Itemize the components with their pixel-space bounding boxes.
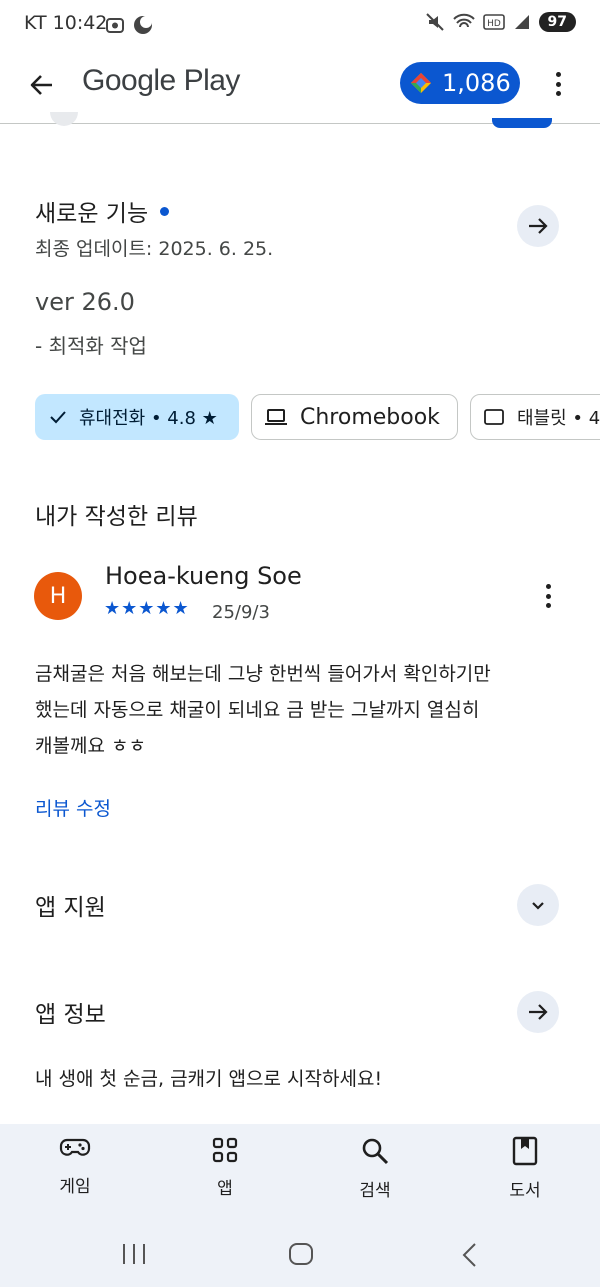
arrow-right-icon <box>529 1004 548 1020</box>
app-support-title: 앱 지원 <box>35 895 106 921</box>
avatar: H <box>34 572 82 620</box>
nav-games-label: 게임 <box>59 1177 91 1197</box>
back-button[interactable] <box>24 67 60 103</box>
mute-icon <box>425 13 444 31</box>
system-back-icon[interactable] <box>460 1242 480 1268</box>
laptop-icon <box>265 409 287 425</box>
whats-new-title: 새로운 기능 <box>35 194 170 228</box>
chip-phone-label: 휴대전화 • 4.8 ★ <box>79 408 218 429</box>
review-text: 금채굴은 처음 해보는데 그냥 한번씩 들어가서 확인하기만 했는데 자동으로 … <box>35 663 491 757</box>
nav-books-label: 도서 <box>509 1181 541 1201</box>
play-points-count: 1,086 <box>442 69 511 97</box>
review-more-button[interactable] <box>538 582 558 610</box>
my-review-title: 내가 작성한 리뷰 <box>35 504 198 530</box>
star-rating: ★★★★★ <box>104 598 190 619</box>
system-navigation-bar <box>0 1222 600 1287</box>
version-label: ver 26.0 <box>35 288 135 316</box>
reviewer-name: Hoea-kueng Soe <box>105 562 302 590</box>
app-description: 내 생애 첫 순금, 금캐기 앱으로 시작하세요! <box>35 1068 383 1090</box>
more-options-button[interactable] <box>548 68 568 100</box>
chip-chromebook-label: Chromebook <box>300 404 440 430</box>
apps-grid-icon <box>212 1137 238 1163</box>
nav-games[interactable]: 게임 <box>25 1136 125 1197</box>
last-updated: 최종 업데이트: 2025. 6. 25. <box>35 238 274 260</box>
nav-search-label: 검색 <box>359 1181 391 1201</box>
book-icon <box>512 1136 538 1166</box>
arrow-left-icon <box>30 75 52 95</box>
battery-badge: 97 <box>538 12 576 32</box>
status-time: KT 10:42 <box>24 12 108 34</box>
gamepad-icon <box>59 1138 91 1156</box>
search-icon <box>362 1138 389 1165</box>
signal-icon <box>514 15 529 29</box>
tablet-icon <box>484 409 504 425</box>
play-points-icon <box>411 73 431 93</box>
chip-tablet[interactable]: 태블릿 • 4. <box>470 394 600 440</box>
app-support-expand-button[interactable] <box>517 884 559 926</box>
new-indicator-dot <box>160 207 170 216</box>
nav-apps-label: 앱 <box>217 1179 233 1199</box>
nav-search[interactable]: 검색 <box>325 1136 425 1201</box>
whats-new-arrow-button[interactable] <box>517 205 559 247</box>
chip-phone[interactable]: 휴대전화 • 4.8 ★ <box>35 394 239 440</box>
home-icon[interactable] <box>288 1242 314 1266</box>
edit-review-link[interactable]: 리뷰 수정 <box>35 794 111 821</box>
status-bar: KT 10:42 HD 97 <box>0 0 600 52</box>
recents-icon[interactable] <box>120 1242 148 1266</box>
hd-icon: HD <box>482 14 505 30</box>
scrolled-button-fragment <box>492 118 552 128</box>
more-vert-icon <box>545 584 551 589</box>
nav-books[interactable]: 도서 <box>475 1136 575 1201</box>
screenshot-icon <box>106 18 124 33</box>
app-info-arrow-button[interactable] <box>517 991 559 1033</box>
status-left-icons <box>104 14 154 36</box>
chevron-down-icon <box>532 902 544 910</box>
app-bar: Google Play 1,086 <box>0 52 600 118</box>
chip-chromebook[interactable]: Chromebook <box>251 394 458 440</box>
more-vert-icon <box>555 72 561 77</box>
moon-icon <box>134 16 152 34</box>
chip-tablet-label: 태블릿 • 4. <box>517 408 600 429</box>
app-info-title: 앱 정보 <box>35 1002 106 1028</box>
release-notes: - 최적화 작업 <box>35 334 147 358</box>
app-title: Google Play <box>82 64 240 97</box>
nav-apps[interactable]: 앱 <box>175 1136 275 1199</box>
play-points-button[interactable]: 1,086 <box>400 62 520 104</box>
bottom-navigation: 게임 앱 검색 도서 <box>0 1124 600 1222</box>
svg-text:HD: HD <box>487 19 501 29</box>
status-right-icons: HD 97 <box>425 12 576 32</box>
arrow-right-icon <box>529 218 548 234</box>
review-date: 25/9/3 <box>212 602 270 623</box>
wifi-icon <box>452 13 475 28</box>
check-icon <box>50 411 66 424</box>
